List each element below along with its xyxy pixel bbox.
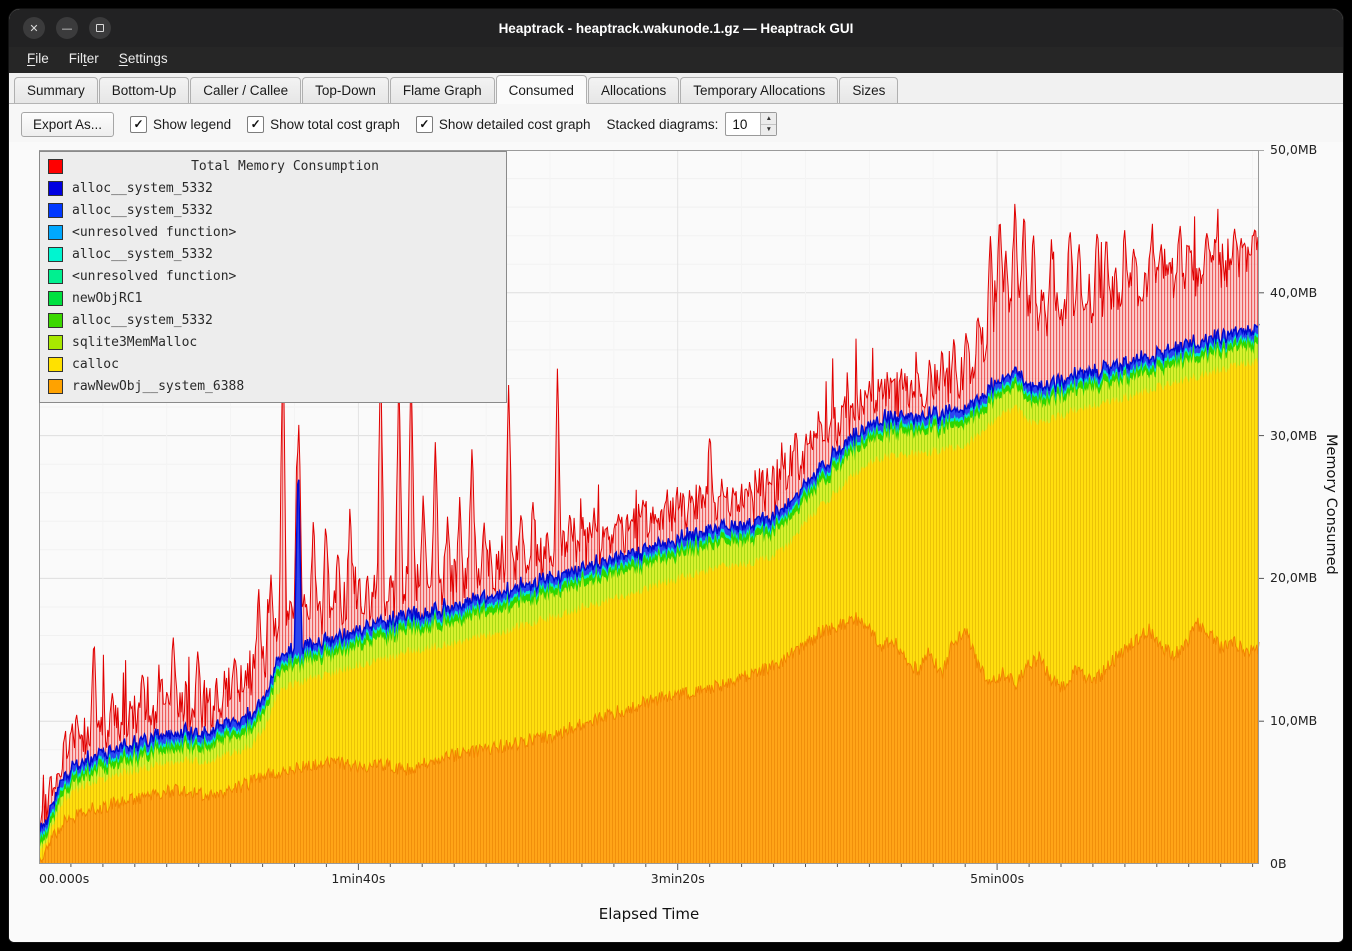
checkbox-check-icon: ✓	[130, 116, 147, 133]
legend-label: calloc	[72, 357, 119, 372]
y-tick-label: 50,0MB	[1270, 142, 1330, 158]
legend-swatch	[48, 269, 63, 284]
export-as-button[interactable]: Export As...	[21, 112, 114, 137]
legend-label: alloc__system_5332	[72, 247, 213, 262]
y-tick-label: 10,0MB	[1270, 713, 1330, 729]
legend-title-row: Total Memory Consumption	[40, 155, 506, 177]
menu-settings[interactable]: Settings	[109, 47, 178, 73]
legend-label: alloc__system_5332	[72, 203, 213, 218]
tab-bottom-up[interactable]: Bottom-Up	[99, 77, 190, 103]
title-bar[interactable]: ✕— Heaptrack - heaptrack.wakunode.1.gz —…	[9, 9, 1343, 47]
checkbox-check-icon: ✓	[416, 116, 433, 133]
legend-label: sqlite3MemMalloc	[72, 335, 197, 350]
legend-item: alloc__system_5332	[40, 309, 506, 331]
checkbox-label: Show detailed cost graph	[439, 117, 591, 132]
legend-item: <unresolved function>	[40, 221, 506, 243]
menu-bar: FileFilterSettings	[9, 47, 1343, 73]
y-axis-title: Memory Consumed	[1323, 434, 1339, 575]
legend-swatch	[48, 335, 63, 350]
tab-bar: SummaryBottom-UpCaller / CalleeTop-DownF…	[9, 73, 1343, 104]
window-title: Heaptrack - heaptrack.wakunode.1.gz — He…	[9, 9, 1343, 47]
x-tick-label: 3min20s	[651, 871, 705, 886]
legend-label: <unresolved function>	[72, 269, 236, 284]
x-axis-title: Elapsed Time	[39, 905, 1259, 923]
legend-swatch	[48, 357, 63, 372]
legend-item: alloc__system_5332	[40, 243, 506, 265]
legend-swatch	[48, 203, 63, 218]
checkbox-show-detailed-cost-graph[interactable]: ✓ Show detailed cost graph	[416, 116, 591, 133]
legend-item: newObjRC1	[40, 287, 506, 309]
legend-title-swatch	[48, 159, 63, 174]
tab-temporary-allocations[interactable]: Temporary Allocations	[680, 77, 838, 103]
spin-down-icon[interactable]: ▼	[761, 125, 776, 136]
menu-filter[interactable]: Filter	[59, 47, 109, 73]
legend-swatch	[48, 247, 63, 262]
legend-items: alloc__system_5332 alloc__system_5332 <unr…	[40, 177, 506, 397]
tab-top-down[interactable]: Top-Down	[302, 77, 389, 103]
legend-label: newObjRC1	[72, 291, 142, 306]
tab-summary[interactable]: Summary	[14, 77, 98, 103]
legend-label: alloc__system_5332	[72, 181, 213, 196]
x-tick-label: 00.000s	[39, 871, 89, 886]
legend-swatch	[48, 291, 63, 306]
stacked-diagrams-value[interactable]: 10	[726, 113, 760, 135]
legend-label: alloc__system_5332	[72, 313, 213, 328]
y-tick-label: 30,0MB	[1270, 428, 1330, 444]
checkbox-show-total-cost-graph[interactable]: ✓ Show total cost graph	[247, 116, 400, 133]
legend-item: alloc__system_5332	[40, 177, 506, 199]
checkbox-label: Show total cost graph	[270, 117, 400, 132]
consumed-tab-content: Total Memory Consumption alloc__system_5…	[9, 142, 1343, 942]
checkbox-label: Show legend	[153, 117, 231, 132]
legend-label: rawNewObj__system_6388	[72, 379, 244, 394]
toolbar-checkboxes: ✓ Show legend ✓ Show total cost graph ✓ Show …	[130, 116, 591, 133]
chart-legend: Total Memory Consumption alloc__system_5…	[39, 151, 507, 403]
checkbox-show-legend[interactable]: ✓ Show legend	[130, 116, 231, 133]
stacked-diagrams-label: Stacked diagrams:	[607, 117, 719, 132]
legend-item: calloc	[40, 353, 506, 375]
menu-file[interactable]: File	[17, 47, 59, 73]
spin-buttons: ▲ ▼	[760, 113, 776, 135]
legend-swatch	[48, 225, 63, 240]
legend-item: alloc__system_5332	[40, 199, 506, 221]
legend-item: sqlite3MemMalloc	[40, 331, 506, 353]
checkbox-check-icon: ✓	[247, 116, 264, 133]
y-tick-label: 40,0MB	[1270, 285, 1330, 301]
legend-swatch	[48, 181, 63, 196]
x-tick-label: 1min40s	[331, 871, 385, 886]
tab-sizes[interactable]: Sizes	[839, 77, 898, 103]
toolbar: Export As... ✓ Show legend ✓ Show total cos…	[9, 104, 1343, 142]
tab-flame-graph[interactable]: Flame Graph	[390, 77, 495, 103]
legend-item: rawNewObj__system_6388	[40, 375, 506, 397]
legend-swatch	[48, 379, 63, 394]
legend-title: Total Memory Consumption	[72, 159, 498, 174]
x-tick-label: 5min00s	[970, 871, 1024, 886]
spin-up-icon[interactable]: ▲	[761, 113, 776, 125]
legend-swatch	[48, 313, 63, 328]
stacked-diagrams-spinbox[interactable]: 10 ▲ ▼	[725, 112, 777, 136]
tab-caller-callee[interactable]: Caller / Callee	[190, 77, 301, 103]
y-tick-label: 0B	[1270, 856, 1330, 872]
legend-item: <unresolved function>	[40, 265, 506, 287]
y-tick-label: 20,0MB	[1270, 570, 1330, 586]
app-window: ✕— Heaptrack - heaptrack.wakunode.1.gz —…	[8, 8, 1344, 943]
legend-label: <unresolved function>	[72, 225, 236, 240]
tab-allocations[interactable]: Allocations	[588, 77, 679, 103]
stacked-diagrams-group: Stacked diagrams: 10 ▲ ▼	[607, 112, 778, 136]
tab-consumed[interactable]: Consumed	[496, 75, 587, 104]
